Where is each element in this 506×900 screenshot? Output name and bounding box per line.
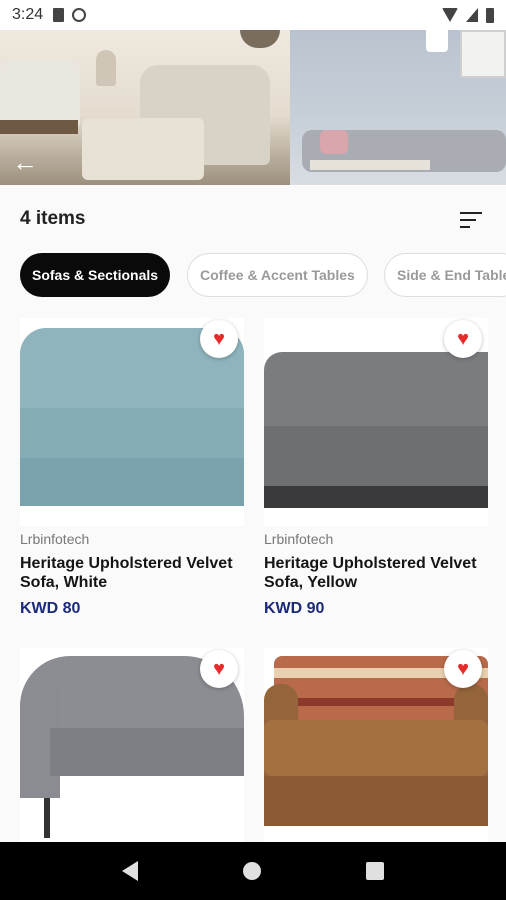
sd-card-icon xyxy=(53,8,65,22)
chip-side-end-table[interactable]: Side & End Table xyxy=(384,253,506,297)
chair-seat-shape xyxy=(50,728,244,776)
ottoman-shape xyxy=(82,118,204,180)
system-nav-bar xyxy=(0,842,506,900)
product-title[interactable]: Heritage Upholstered Velvet Sofa, Yellow xyxy=(264,554,494,592)
wall-frame-shape xyxy=(460,30,506,78)
product-image[interactable]: ♥ xyxy=(20,318,244,526)
status-bar: 3:24 xyxy=(0,0,506,30)
favorite-heart-icon[interactable]: ♥ xyxy=(200,320,238,358)
sort-icon[interactable] xyxy=(456,208,484,232)
banner-left-room xyxy=(0,30,290,185)
product-image[interactable]: ♥ xyxy=(20,648,244,856)
chip-sofas-sectionals[interactable]: Sofas & Sectionals xyxy=(20,253,171,297)
nav-back-icon[interactable] xyxy=(122,861,139,881)
g-icon xyxy=(72,8,87,22)
wall-clock-shape xyxy=(240,30,280,48)
product-image[interactable]: ♥ xyxy=(264,648,488,856)
items-count: 4 items xyxy=(20,208,86,229)
product-price: KWD 90 xyxy=(264,600,325,617)
product-price: KWD 80 xyxy=(20,600,81,617)
wifi-icon xyxy=(442,8,458,22)
banner-right-room xyxy=(290,30,506,185)
sofa-seat-shape xyxy=(20,408,244,460)
product-title[interactable]: Heritage Upholstered Velvet Sofa, White xyxy=(20,554,250,592)
nav-home-icon[interactable] xyxy=(242,862,261,880)
pillow-shape xyxy=(320,130,348,154)
favorite-heart-icon[interactable]: ♥ xyxy=(444,650,482,688)
sofa-base-shape xyxy=(264,486,488,508)
coffee-table-shape xyxy=(310,160,430,170)
sofa-seat-shape xyxy=(264,426,488,488)
product-image[interactable]: ♥ xyxy=(264,318,488,526)
chair-leg-shape xyxy=(44,798,50,838)
lamp-shape xyxy=(96,50,116,86)
product-brand: Lrbinfotech xyxy=(264,531,334,547)
lampshade-shape xyxy=(426,30,448,52)
sofa-skirt-shape xyxy=(20,458,244,506)
favorite-heart-icon[interactable]: ♥ xyxy=(200,650,238,688)
sofa-base-shape xyxy=(264,776,488,826)
sofa-back-shape xyxy=(264,352,488,428)
category-chips: Sofas & Sectionals Coffee & Accent Table… xyxy=(0,253,506,299)
status-time: 3:24 xyxy=(12,6,44,23)
banner-image: ← xyxy=(0,30,506,185)
table-shape xyxy=(0,120,78,134)
back-arrow-icon[interactable]: ← xyxy=(10,147,40,177)
favorite-heart-icon[interactable]: ♥ xyxy=(444,320,482,358)
chip-coffee-accent-tables[interactable]: Coffee & Accent Tables xyxy=(187,253,368,297)
nav-recents-icon[interactable] xyxy=(365,862,384,880)
product-brand: Lrbinfotech xyxy=(20,531,90,547)
signal-icon xyxy=(466,8,478,22)
battery-icon xyxy=(486,7,494,23)
sofa-seat-shape xyxy=(264,720,488,776)
